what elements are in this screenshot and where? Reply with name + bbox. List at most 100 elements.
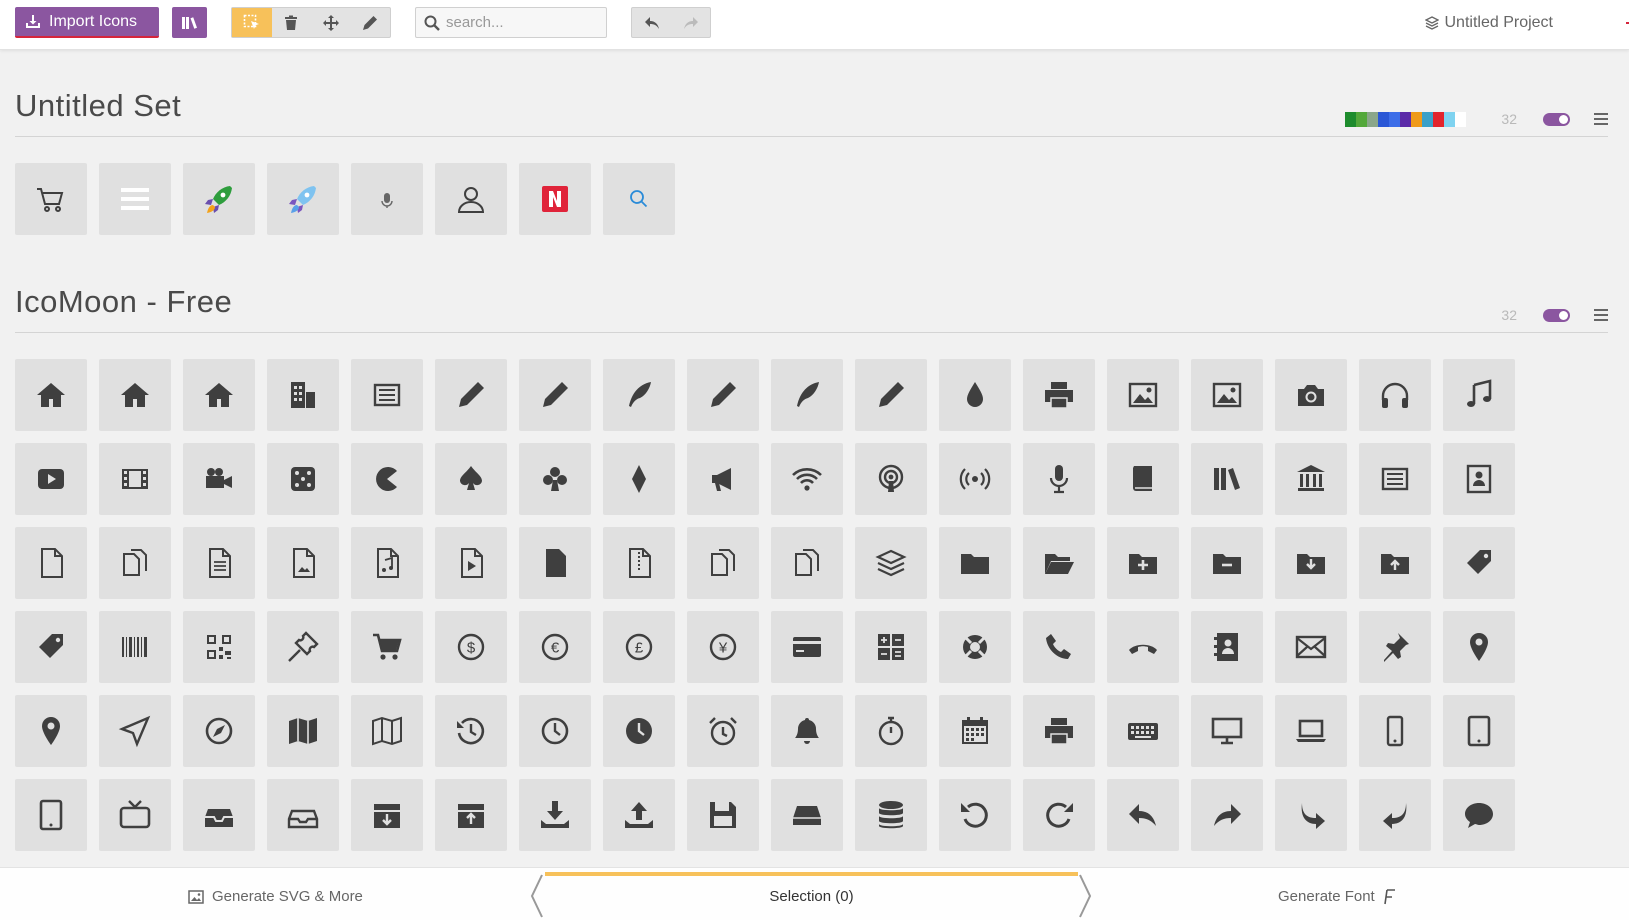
icon-tile[interactable] bbox=[15, 611, 87, 683]
icon-tile[interactable] bbox=[1359, 695, 1431, 767]
icon-tile[interactable] bbox=[435, 443, 507, 515]
icon-tile[interactable] bbox=[435, 527, 507, 599]
icon-tile[interactable] bbox=[15, 779, 87, 851]
palette-swatch[interactable] bbox=[1444, 111, 1456, 127]
undo-button[interactable] bbox=[632, 8, 671, 37]
palette-swatch[interactable] bbox=[1345, 111, 1357, 127]
icon-tile[interactable] bbox=[939, 779, 1011, 851]
icon-tile[interactable] bbox=[183, 611, 255, 683]
palette-swatch[interactable] bbox=[1356, 111, 1368, 127]
icon-tile[interactable] bbox=[1107, 443, 1179, 515]
icon-tile[interactable] bbox=[939, 443, 1011, 515]
icon-tile[interactable] bbox=[267, 611, 339, 683]
generate-font-button[interactable]: Generate Font bbox=[1278, 888, 1395, 905]
palette-swatch[interactable] bbox=[1378, 111, 1390, 127]
icon-tile[interactable] bbox=[939, 695, 1011, 767]
icon-tile[interactable] bbox=[1191, 443, 1263, 515]
icon-tile[interactable] bbox=[855, 779, 927, 851]
icon-tile[interactable] bbox=[939, 611, 1011, 683]
icon-tile[interactable] bbox=[15, 695, 87, 767]
icon-tile[interactable] bbox=[99, 163, 171, 235]
icon-tile[interactable] bbox=[351, 163, 423, 235]
icon-tile[interactable] bbox=[771, 779, 843, 851]
icon-tile[interactable] bbox=[603, 443, 675, 515]
icon-tile[interactable] bbox=[351, 527, 423, 599]
icon-tile[interactable] bbox=[267, 163, 339, 235]
icon-tile[interactable] bbox=[1275, 527, 1347, 599]
icon-tile[interactable] bbox=[15, 163, 87, 235]
palette-swatch[interactable] bbox=[1411, 111, 1423, 127]
icon-tile[interactable]: £ bbox=[603, 611, 675, 683]
icon-tile[interactable]: $ bbox=[435, 611, 507, 683]
icon-tile[interactable] bbox=[687, 779, 759, 851]
project-menu[interactable]: Untitled Project bbox=[1424, 14, 1553, 32]
search-box[interactable] bbox=[415, 7, 607, 38]
icon-tile[interactable] bbox=[1443, 443, 1515, 515]
select-tool[interactable] bbox=[232, 8, 272, 37]
icon-tile[interactable] bbox=[1359, 359, 1431, 431]
redo-button[interactable] bbox=[671, 8, 710, 37]
icon-tile[interactable] bbox=[687, 695, 759, 767]
set-visibility-toggle[interactable] bbox=[1543, 112, 1570, 126]
palette-swatch[interactable] bbox=[1400, 111, 1412, 127]
icon-tile[interactable] bbox=[1359, 611, 1431, 683]
chevron-right-icon[interactable] bbox=[1078, 874, 1092, 918]
palette-swatch[interactable] bbox=[1433, 111, 1445, 127]
icon-tile[interactable] bbox=[771, 527, 843, 599]
icon-tile[interactable] bbox=[267, 695, 339, 767]
icon-tile[interactable] bbox=[351, 611, 423, 683]
icon-tile[interactable] bbox=[603, 527, 675, 599]
color-palette[interactable] bbox=[1345, 111, 1467, 127]
icon-tile[interactable] bbox=[99, 527, 171, 599]
icon-tile[interactable] bbox=[99, 443, 171, 515]
icon-tile[interactable] bbox=[855, 443, 927, 515]
icon-tile[interactable] bbox=[435, 359, 507, 431]
icon-tile[interactable] bbox=[1359, 527, 1431, 599]
icon-tile[interactable] bbox=[1191, 779, 1263, 851]
palette-swatch[interactable] bbox=[1422, 111, 1434, 127]
icon-tile[interactable] bbox=[15, 527, 87, 599]
icon-tile[interactable] bbox=[855, 359, 927, 431]
icon-tile[interactable] bbox=[1107, 611, 1179, 683]
icon-tile[interactable] bbox=[1443, 359, 1515, 431]
icon-tile[interactable] bbox=[1443, 611, 1515, 683]
icon-tile[interactable] bbox=[1443, 527, 1515, 599]
icon-tile[interactable] bbox=[519, 527, 591, 599]
icon-tile[interactable] bbox=[1275, 779, 1347, 851]
icon-tile[interactable] bbox=[939, 359, 1011, 431]
icon-tile[interactable] bbox=[1275, 443, 1347, 515]
icon-tile[interactable] bbox=[687, 443, 759, 515]
palette-swatch[interactable] bbox=[1389, 111, 1401, 127]
icon-tile[interactable] bbox=[99, 359, 171, 431]
icon-tile[interactable] bbox=[1275, 611, 1347, 683]
icon-tile[interactable]: € bbox=[519, 611, 591, 683]
icon-tile[interactable] bbox=[15, 443, 87, 515]
icon-tile[interactable] bbox=[771, 611, 843, 683]
icon-tile[interactable] bbox=[687, 359, 759, 431]
icon-tile[interactable] bbox=[1359, 779, 1431, 851]
edit-tool[interactable] bbox=[351, 8, 391, 37]
icon-tile[interactable] bbox=[1443, 779, 1515, 851]
icon-tile[interactable] bbox=[267, 443, 339, 515]
generate-svg-button[interactable]: Generate SVG & More bbox=[188, 888, 363, 905]
icon-tile[interactable] bbox=[939, 527, 1011, 599]
icon-tile[interactable] bbox=[1191, 359, 1263, 431]
icon-tile[interactable] bbox=[183, 695, 255, 767]
icon-tile[interactable] bbox=[1275, 695, 1347, 767]
icon-tile[interactable] bbox=[519, 163, 591, 235]
icon-tile[interactable] bbox=[183, 163, 255, 235]
icon-tile[interactable] bbox=[1107, 779, 1179, 851]
icon-tile[interactable] bbox=[267, 527, 339, 599]
icon-tile[interactable] bbox=[1023, 779, 1095, 851]
move-tool[interactable] bbox=[311, 8, 351, 37]
icon-tile[interactable] bbox=[771, 359, 843, 431]
icon-tile[interactable] bbox=[1359, 443, 1431, 515]
icon-tile[interactable] bbox=[99, 611, 171, 683]
icon-tile[interactable] bbox=[15, 359, 87, 431]
import-icons-button[interactable]: Import Icons bbox=[15, 7, 159, 38]
icon-tile[interactable] bbox=[435, 695, 507, 767]
icon-tile[interactable] bbox=[855, 695, 927, 767]
icon-tile[interactable] bbox=[267, 779, 339, 851]
palette-swatch[interactable] bbox=[1455, 111, 1467, 127]
icon-tile[interactable] bbox=[1023, 527, 1095, 599]
